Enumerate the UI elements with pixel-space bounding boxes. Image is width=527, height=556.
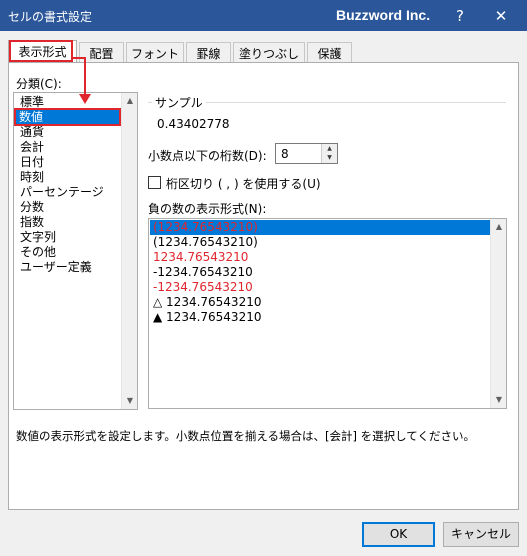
- category-label: 分類(C):: [16, 77, 62, 91]
- format-description: 数値の表示形式を設定します。小数点位置を揃える場合は、[会計] を選択してくださ…: [16, 429, 475, 443]
- negative-item[interactable]: (1234.76543210): [153, 235, 258, 250]
- sample-title: サンプル: [152, 94, 206, 111]
- category-item-text[interactable]: 文字列: [20, 230, 56, 244]
- tab-protection[interactable]: 保護: [307, 42, 352, 62]
- negative-label: 負の数の表示形式(N):: [148, 202, 267, 216]
- scroll-down-icon[interactable]: ▼: [491, 392, 507, 408]
- negative-item[interactable]: 1234.76543210: [153, 250, 248, 265]
- tab-border[interactable]: 罫線: [186, 42, 231, 62]
- cancel-button[interactable]: キャンセル: [443, 522, 519, 547]
- category-item-date[interactable]: 日付: [20, 155, 44, 169]
- scroll-down-icon[interactable]: ▼: [122, 393, 138, 409]
- help-button[interactable]: ?: [446, 4, 474, 28]
- decimals-value[interactable]: 8: [281, 147, 289, 161]
- annotation-box-tab: [9, 40, 73, 62]
- window-title: セルの書式設定: [8, 10, 93, 24]
- negative-scrollbar[interactable]: ▲ ▼: [490, 219, 506, 408]
- decimals-stepper[interactable]: 8 ▲ ▼: [275, 143, 338, 164]
- close-button[interactable]: ✕: [487, 4, 515, 28]
- scroll-up-icon[interactable]: ▲: [122, 93, 138, 109]
- category-item-custom[interactable]: ユーザー定義: [20, 260, 92, 274]
- category-item-time[interactable]: 時刻: [20, 170, 44, 184]
- annotation-arrow-vertical: [84, 57, 86, 95]
- decimals-spin-buttons[interactable]: ▲ ▼: [321, 144, 337, 163]
- category-list[interactable]: 標準 数値 通貨 会計 日付 時刻 パーセンテージ 分数 指数 文字列 その他 …: [13, 92, 138, 410]
- negative-item[interactable]: ▲ 1234.76543210: [153, 310, 261, 325]
- category-scrollbar[interactable]: ▲ ▼: [121, 93, 137, 409]
- title-bar: セルの書式設定 Buzzword Inc. ? ✕: [0, 0, 527, 31]
- category-item-scientific[interactable]: 指数: [20, 215, 44, 229]
- separator-label[interactable]: 桁区切り ( , ) を使用する(U): [166, 175, 321, 192]
- negative-item[interactable]: -1234.76543210: [153, 280, 253, 295]
- brand-name: Buzzword Inc.: [336, 7, 431, 23]
- category-item-percentage[interactable]: パーセンテージ: [20, 185, 104, 199]
- annotation-arrowhead-icon: [79, 94, 91, 104]
- separator-checkbox[interactable]: [148, 176, 161, 189]
- category-item-standard[interactable]: 標準: [20, 95, 44, 109]
- spin-up-icon[interactable]: ▲: [322, 144, 337, 153]
- negative-format-list[interactable]: (1234.76543210) (1234.76543210) 1234.765…: [148, 218, 507, 409]
- scroll-up-icon[interactable]: ▲: [491, 219, 507, 235]
- ok-button[interactable]: OK: [362, 522, 435, 547]
- category-item-accounting[interactable]: 会計: [20, 140, 44, 154]
- negative-item[interactable]: -1234.76543210: [153, 265, 253, 280]
- annotation-box-category: [14, 108, 121, 126]
- category-item-fraction[interactable]: 分数: [20, 200, 44, 214]
- decimals-label: 小数点以下の桁数(D):: [148, 149, 267, 163]
- tab-fill[interactable]: 塗りつぶし: [233, 42, 305, 62]
- sample-value: 0.43402778: [157, 117, 230, 131]
- tab-font[interactable]: フォント: [126, 42, 184, 62]
- category-item-currency[interactable]: 通貨: [20, 125, 44, 139]
- negative-item[interactable]: (1234.76543210): [150, 220, 491, 235]
- spin-down-icon[interactable]: ▼: [322, 153, 337, 162]
- negative-item[interactable]: △ 1234.76543210: [153, 295, 261, 310]
- category-item-special[interactable]: その他: [20, 245, 56, 259]
